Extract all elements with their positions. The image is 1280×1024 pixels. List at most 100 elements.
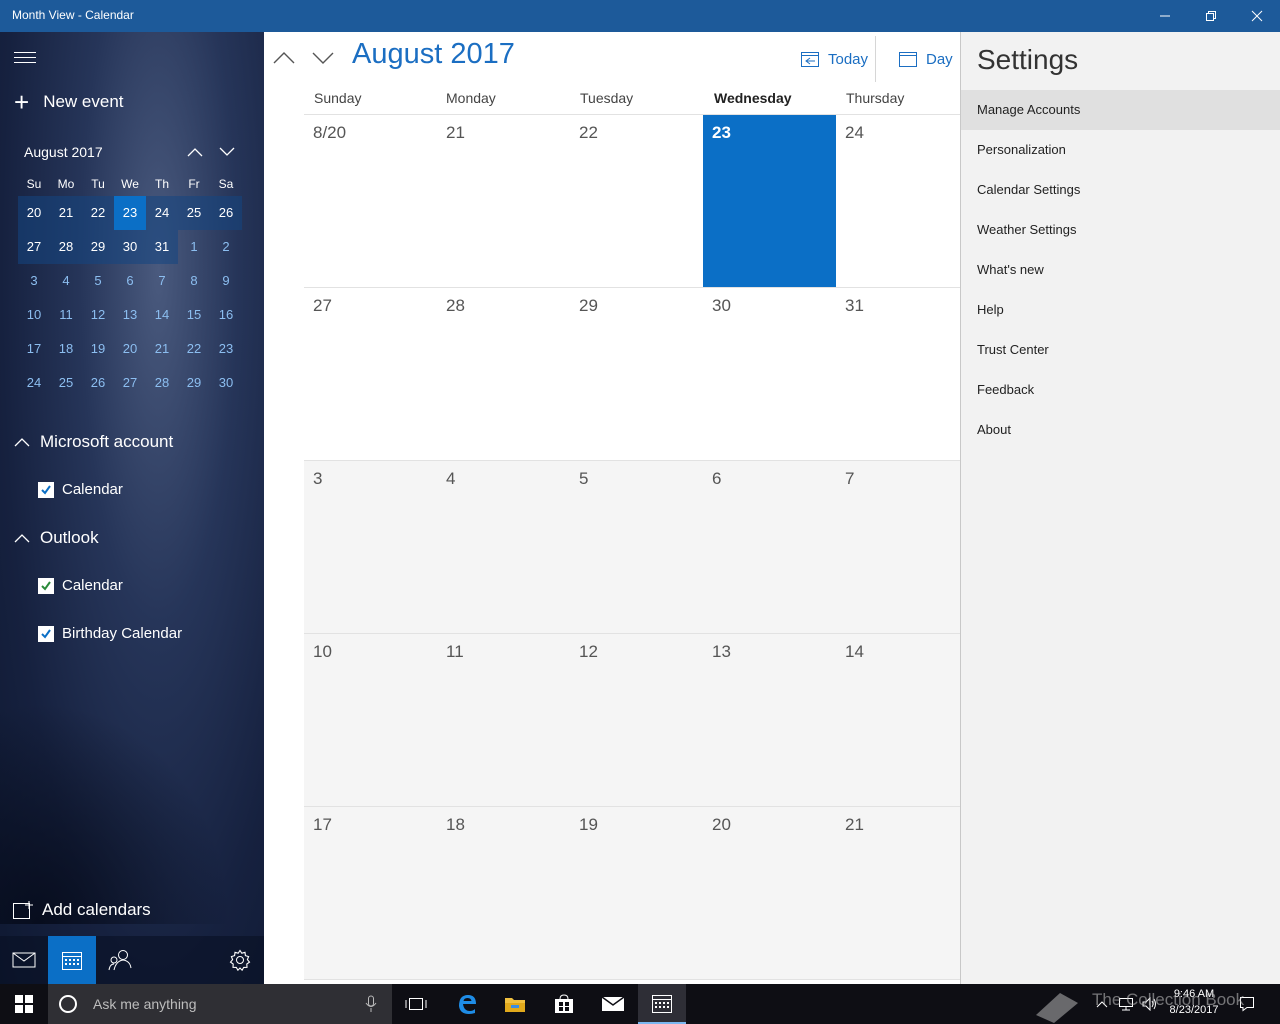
day-cell[interactable]: 7: [836, 461, 960, 633]
day-cell[interactable]: 22: [570, 115, 703, 287]
mini-day[interactable]: 4: [50, 264, 82, 298]
settings-item-about[interactable]: About: [961, 410, 1280, 450]
mini-calendar-prev-button[interactable]: [184, 142, 206, 162]
people-button[interactable]: [96, 936, 144, 984]
settings-item-help[interactable]: Help: [961, 290, 1280, 330]
mini-calendar-next-button[interactable]: [216, 142, 238, 162]
day-cell[interactable]: 10: [304, 634, 437, 806]
mini-day[interactable]: 28: [146, 366, 178, 400]
mini-day[interactable]: 22: [178, 332, 210, 366]
day-cell[interactable]: 3: [304, 461, 437, 633]
settings-item-whats-new[interactable]: What's new: [961, 250, 1280, 290]
add-calendars-button[interactable]: Add calendars: [12, 900, 151, 920]
day-view-button[interactable]: Day: [898, 50, 953, 68]
mini-day[interactable]: 22: [82, 196, 114, 230]
mini-day[interactable]: 26: [210, 196, 242, 230]
file-explorer-button[interactable]: [491, 984, 539, 1024]
mini-day[interactable]: 20: [18, 196, 50, 230]
next-month-button[interactable]: [311, 46, 335, 70]
mini-day[interactable]: 25: [50, 366, 82, 400]
day-cell[interactable]: 19: [570, 807, 703, 979]
day-cell[interactable]: 30: [703, 288, 836, 460]
settings-item-weather-settings[interactable]: Weather Settings: [961, 210, 1280, 250]
account-header-outlook[interactable]: Outlook: [14, 528, 99, 548]
mini-day[interactable]: 26: [82, 366, 114, 400]
mini-day[interactable]: 3: [18, 264, 50, 298]
mini-day[interactable]: 1: [178, 230, 210, 264]
minimize-button[interactable]: [1142, 0, 1188, 32]
today-button[interactable]: Today: [800, 50, 868, 68]
checkbox-checked-icon[interactable]: [38, 481, 54, 498]
microphone-icon[interactable]: [365, 995, 377, 1013]
new-event-button[interactable]: + New event: [14, 89, 124, 115]
month-title[interactable]: August 2017: [352, 38, 515, 71]
day-cell[interactable]: 27: [304, 288, 437, 460]
mini-day[interactable]: 19: [82, 332, 114, 366]
day-cell[interactable]: 6: [703, 461, 836, 633]
day-cell[interactable]: 17: [304, 807, 437, 979]
account-header-microsoft[interactable]: Microsoft account: [14, 432, 173, 452]
day-cell[interactable]: 14: [836, 634, 960, 806]
settings-button[interactable]: [216, 936, 264, 984]
day-cell[interactable]: 31: [836, 288, 960, 460]
day-cell[interactable]: 5: [570, 461, 703, 633]
mini-day[interactable]: 10: [18, 298, 50, 332]
mini-day[interactable]: 17: [18, 332, 50, 366]
task-view-button[interactable]: [392, 984, 440, 1024]
day-cell[interactable]: 28: [437, 288, 570, 460]
day-cell[interactable]: 4: [437, 461, 570, 633]
day-cell[interactable]: 21: [836, 807, 960, 979]
mini-day[interactable]: 30: [210, 366, 242, 400]
day-cell[interactable]: 20: [703, 807, 836, 979]
restore-button[interactable]: [1188, 0, 1234, 32]
start-button[interactable]: [0, 984, 48, 1024]
day-cell[interactable]: 21: [437, 115, 570, 287]
day-cell[interactable]: 11: [437, 634, 570, 806]
calendar-toggle-outlook-calendar[interactable]: Calendar: [38, 577, 123, 594]
day-cell[interactable]: 29: [570, 288, 703, 460]
day-cell[interactable]: 8/20: [304, 115, 437, 287]
day-cell[interactable]: 24: [836, 115, 960, 287]
hamburger-menu-icon[interactable]: [14, 48, 36, 66]
mini-day[interactable]: 12: [82, 298, 114, 332]
mini-day[interactable]: 7: [146, 264, 178, 298]
store-button[interactable]: [540, 984, 588, 1024]
checkbox-checked-icon[interactable]: [38, 625, 54, 642]
mini-day[interactable]: 24: [146, 196, 178, 230]
mini-day[interactable]: 24: [18, 366, 50, 400]
mini-day[interactable]: 21: [146, 332, 178, 366]
checkbox-checked-icon[interactable]: [38, 577, 54, 594]
mini-day[interactable]: 18: [50, 332, 82, 366]
cortana-search-box[interactable]: Ask me anything: [48, 984, 392, 1024]
mail-button[interactable]: [0, 936, 48, 984]
mini-day[interactable]: 8: [178, 264, 210, 298]
mini-day[interactable]: 9: [210, 264, 242, 298]
settings-item-calendar-settings[interactable]: Calendar Settings: [961, 170, 1280, 210]
day-cell-today[interactable]: 23: [703, 115, 836, 287]
calendar-toggle-birthday-calendar[interactable]: Birthday Calendar: [38, 625, 182, 642]
mini-day[interactable]: 31: [146, 230, 178, 264]
mini-day[interactable]: 27: [114, 366, 146, 400]
mini-calendar-title[interactable]: August 2017: [24, 144, 103, 160]
calendar-toggle-microsoft-calendar[interactable]: Calendar: [38, 481, 123, 498]
close-button[interactable]: [1234, 0, 1280, 32]
mini-day[interactable]: 29: [82, 230, 114, 264]
mini-day[interactable]: 13: [114, 298, 146, 332]
mini-day[interactable]: 25: [178, 196, 210, 230]
mini-day[interactable]: 5: [82, 264, 114, 298]
mini-day[interactable]: 11: [50, 298, 82, 332]
mini-day[interactable]: 27: [18, 230, 50, 264]
mail-app-button[interactable]: [589, 984, 637, 1024]
previous-month-button[interactable]: [272, 46, 296, 70]
mini-day[interactable]: 28: [50, 230, 82, 264]
mini-day[interactable]: 6: [114, 264, 146, 298]
day-cell[interactable]: 18: [437, 807, 570, 979]
day-cell[interactable]: 13: [703, 634, 836, 806]
mini-day-today[interactable]: 23: [114, 196, 146, 230]
mini-day[interactable]: 16: [210, 298, 242, 332]
mini-day[interactable]: 23: [210, 332, 242, 366]
settings-item-feedback[interactable]: Feedback: [961, 370, 1280, 410]
mini-day[interactable]: 2: [210, 230, 242, 264]
settings-item-personalization[interactable]: Personalization: [961, 130, 1280, 170]
mini-day[interactable]: 30: [114, 230, 146, 264]
